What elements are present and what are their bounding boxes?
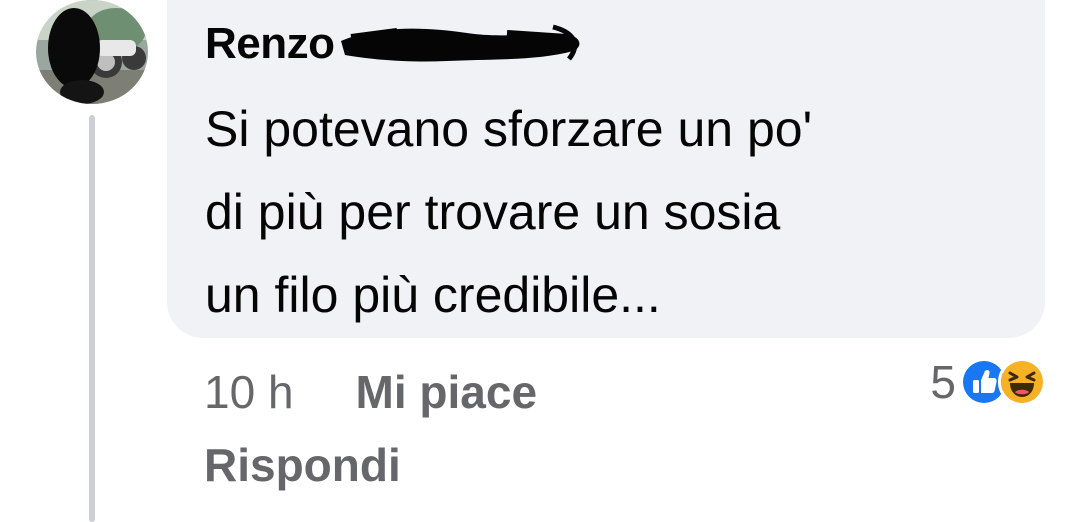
comment-text: Si potevano sforzare un po' di più per t…	[205, 101, 813, 323]
haha-icon	[998, 358, 1046, 406]
reaction-summary[interactable]: 5	[930, 352, 1046, 412]
comment-thread: Renzo Si potevano sforzare un po' di più…	[0, 0, 1080, 522]
author-name[interactable]: Renzo	[205, 19, 335, 69]
author-row: Renzo	[205, 14, 589, 74]
comment-actions: 10 h Mi piace	[204, 360, 537, 424]
like-button[interactable]: Mi piace	[356, 365, 538, 419]
thread-line	[89, 115, 95, 522]
reply-button[interactable]: Rispondi	[204, 438, 401, 492]
avatar[interactable]	[36, 0, 148, 104]
timestamp[interactable]: 10 h	[204, 365, 294, 419]
comment-bubble: Renzo Si potevano sforzare un po' di più…	[167, 0, 1045, 338]
reaction-count: 5	[930, 356, 956, 408]
redaction-scribble	[337, 21, 589, 67]
